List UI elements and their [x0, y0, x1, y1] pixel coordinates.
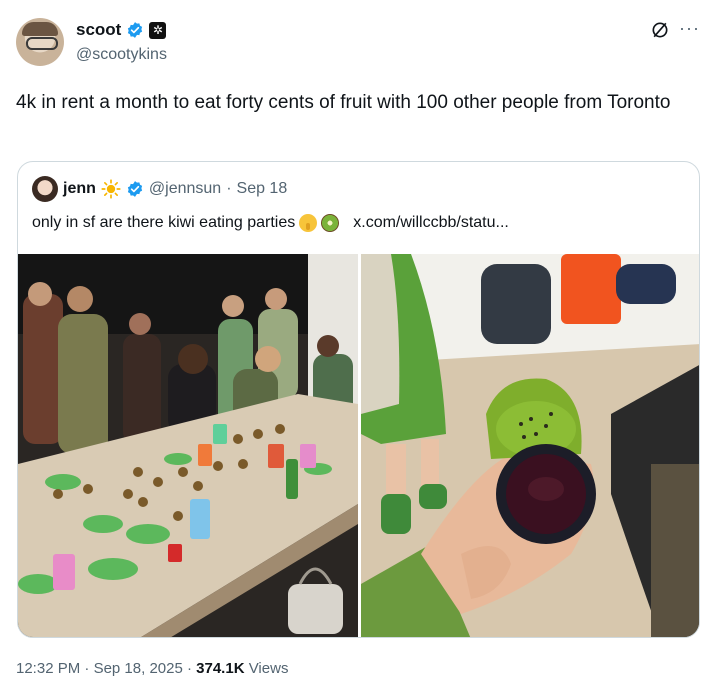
sun-emoji-icon [101, 179, 121, 199]
avatar-glasses [26, 37, 58, 50]
author-name-row[interactable]: scoot ✲ [76, 20, 167, 40]
tweet-footer: 12:32 PM · Sep 18, 2025 · 374.1K Views [16, 660, 288, 677]
tweet-text: 4k in rent a month to eat forty cents of… [16, 92, 671, 113]
quoted-tweet-card[interactable]: jenn @jennsun · Sep 18 only in sf are th… [17, 161, 700, 638]
grok-icon[interactable] [650, 20, 670, 40]
author-name[interactable]: scoot [76, 20, 121, 40]
quoted-author-name: jenn [63, 180, 96, 197]
quoted-link[interactable]: x.com/willccbb/statu... [353, 214, 509, 232]
more-options-icon[interactable]: ··· [679, 18, 700, 39]
quoted-tweet-text: only in sf are there kiwi eating parties [32, 214, 296, 231]
footer-separator: · [80, 660, 94, 677]
affiliate-badge-icon: ✲ [149, 21, 167, 39]
quoted-tweet-text-row: only in sf are there kiwi eating parties… [32, 214, 509, 232]
quoted-verified-badge-icon [127, 181, 143, 197]
avatar-hair [22, 22, 58, 36]
footer-separator: · [182, 660, 197, 677]
shushing-face-emoji-icon [299, 214, 318, 232]
kiwi-photo-illustration [361, 254, 699, 637]
photo-kiwi-party-table[interactable] [18, 254, 358, 637]
author-handle[interactable]: @scootykins [76, 46, 167, 64]
tweet-date[interactable]: Sep 18, 2025 [94, 660, 183, 677]
quoted-author-avatar [32, 176, 58, 202]
author-avatar[interactable] [16, 18, 64, 66]
quoted-separator: · [226, 180, 232, 197]
quoted-tweet-header: jenn @jennsun · Sep 18 [32, 176, 287, 202]
kiwi-emoji-icon [321, 214, 340, 232]
quoted-date: Sep 18 [236, 180, 288, 197]
tweet-time[interactable]: 12:32 PM [16, 660, 80, 677]
views-count: 374.1K [196, 660, 245, 677]
quoted-author-handle: @jennsun [148, 180, 222, 197]
photo-hand-holding-kiwi[interactable] [361, 254, 699, 637]
party-photo-illustration [18, 254, 358, 637]
views-label: Views [244, 660, 289, 677]
verified-badge-icon [128, 22, 143, 38]
